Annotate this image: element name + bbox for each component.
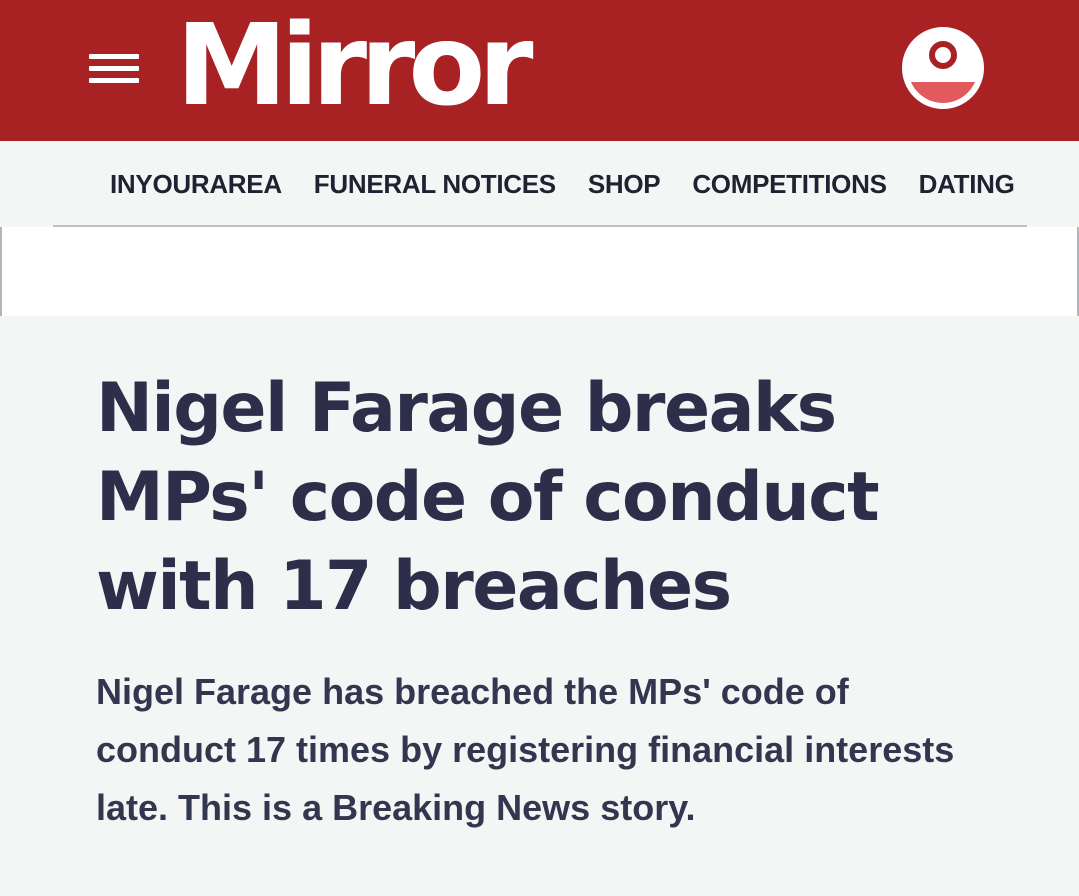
menu-bar — [89, 54, 139, 59]
nav-item-dating[interactable]: DATING — [919, 141, 1015, 227]
nav-item-inyourarea[interactable]: INYOURAREA — [110, 141, 282, 227]
article-standfirst: Nigel Farage has breached the MPs' code … — [96, 671, 955, 828]
menu-bar — [89, 78, 139, 83]
nav-item-funeral-notices[interactable]: FUNERAL NOTICES — [314, 141, 556, 227]
ad-slot — [0, 227, 1079, 316]
article-headline: Nigel Farage breaks MPs' code of conduct… — [96, 369, 880, 626]
user-account-icon[interactable] — [900, 25, 986, 111]
site-header: Mirror — [0, 0, 1079, 141]
hamburger-menu-icon[interactable] — [89, 50, 141, 86]
menu-bar — [89, 66, 139, 71]
nav-item-competitions[interactable]: COMPETITIONS — [692, 141, 887, 227]
section-nav-items: INYOURAREA FUNERAL NOTICES SHOP COMPETIT… — [110, 141, 1027, 227]
user-account-svg — [902, 27, 984, 109]
section-nav: INYOURAREA FUNERAL NOTICES SHOP COMPETIT… — [0, 141, 1079, 227]
mirror-logo[interactable]: Mirror — [176, 6, 533, 126]
nav-item-shop[interactable]: SHOP — [588, 141, 661, 227]
